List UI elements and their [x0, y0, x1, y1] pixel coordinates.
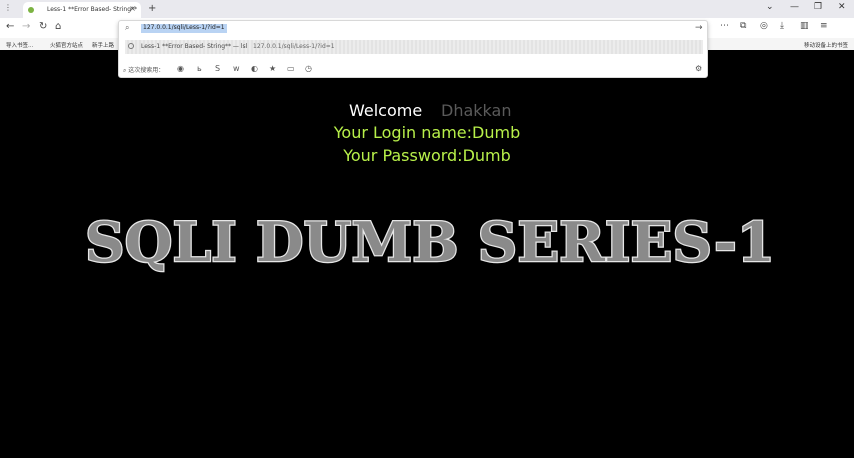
downloads-icon[interactable]: ⤓ — [780, 21, 784, 31]
favicon-icon — [28, 7, 34, 13]
banner-text: SQLI DUMB SERIES-1 — [85, 213, 775, 273]
tab-list-dropdown-icon[interactable]: ⌄ — [766, 2, 774, 12]
user-name: Dhakkan — [441, 101, 512, 120]
restore-button[interactable]: ❐ — [814, 2, 822, 12]
tab-title: Less-1 **Error Based- String** — [47, 6, 137, 13]
mobile-bookmarks[interactable]: 移动设备上的书签 — [804, 41, 848, 49]
tab-bar: ⋮ Less-1 **Error Based- String** × + ⌄ —… — [0, 0, 854, 18]
sqli-banner: SQLI DUMB SERIES-1 — [84, 213, 776, 273]
forward-button[interactable]: → — [22, 21, 30, 32]
address-input[interactable]: 127.0.0.1/sqli/Less-1/?id=1 — [141, 24, 227, 33]
bookmark-item[interactable]: 导入书签... — [6, 41, 33, 49]
minimize-button[interactable]: — — [790, 2, 799, 12]
toolbar-more-icon[interactable]: ⋯ — [720, 21, 729, 31]
close-window-button[interactable]: ✕ — [838, 2, 846, 12]
bookmark-item[interactable]: 火狐官方站点 — [50, 41, 83, 49]
suggestion-title: Less-1 **Error Based- String** — lsl — [141, 43, 248, 50]
bookmark-item[interactable]: 新手上路 — [92, 41, 114, 49]
tab-active[interactable]: Less-1 **Error Based- String** × — [23, 2, 141, 18]
suggestion-url: 127.0.0.1/sqli/Less-1/?id=1 — [253, 43, 335, 50]
library-icon[interactable]: ▥ — [800, 21, 809, 31]
globe-icon — [128, 43, 134, 49]
search-icon: ⌕ — [125, 23, 130, 32]
reload-button[interactable]: ↻ — [39, 21, 47, 32]
tab-close-icon[interactable]: × — [129, 4, 136, 13]
address-bar[interactable]: ⌕ 127.0.0.1/sqli/Less-1/?id=1 → — [119, 21, 707, 37]
password-line: Your Password:Dumb — [343, 146, 511, 165]
home-button[interactable]: ⌂ — [55, 21, 61, 32]
go-button[interactable]: → — [695, 23, 703, 33]
menu-icon[interactable]: ≡ — [820, 21, 828, 31]
new-tab-button[interactable]: + — [148, 3, 156, 14]
page-content: Welcome Dhakkan Your Login name:Dumb You… — [0, 50, 854, 458]
account-icon[interactable]: ◎ — [760, 21, 768, 31]
welcome-label: Welcome — [349, 101, 423, 120]
window-menu-icon[interactable]: ⋮ — [4, 3, 12, 12]
login-name-line: Your Login name:Dumb — [333, 123, 521, 142]
extensions-icon[interactable]: ⧉ — [740, 21, 746, 31]
back-button[interactable]: ← — [6, 21, 14, 32]
